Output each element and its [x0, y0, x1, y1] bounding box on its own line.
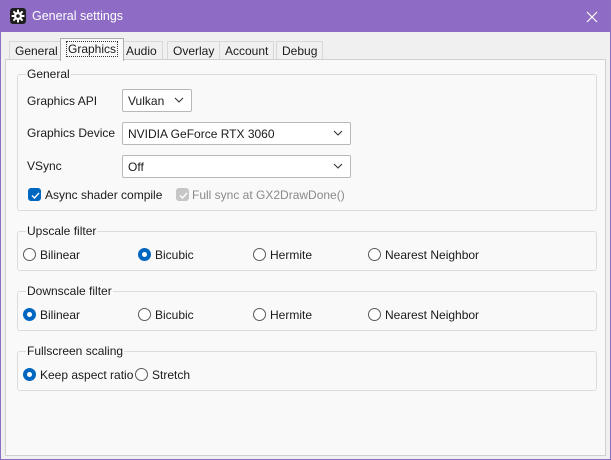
general-group-legend: General — [26, 67, 71, 81]
tab-audio[interactable]: Audio — [120, 41, 163, 60]
upscale-radio-nearest[interactable] — [368, 248, 381, 261]
tab-label: General — [15, 44, 58, 58]
fullscreen-label-keep-aspect[interactable]: Keep aspect ratio — [40, 368, 133, 382]
tab-label: Debug — [282, 44, 318, 58]
vsync-select[interactable]: Off — [122, 155, 351, 178]
tab-general[interactable]: General — [9, 41, 64, 60]
tab-label: Account — [225, 44, 269, 58]
window-title: General settings — [32, 9, 124, 23]
graphics-api-select[interactable]: Vulkan — [122, 89, 192, 112]
tab-label: Graphics — [66, 41, 119, 57]
upscale-radio-hermite[interactable] — [253, 248, 266, 261]
gear-icon — [10, 8, 26, 24]
tab-strip: General Graphics Audio Overlay Account D… — [1, 38, 610, 61]
graphics-device-value: NVIDIA GeForce RTX 3060 — [128, 127, 275, 141]
tab-graphics[interactable]: Graphics — [60, 38, 125, 61]
close-button[interactable] — [574, 1, 610, 32]
downscale-label-nearest[interactable]: Nearest Neighbor — [385, 308, 479, 322]
upscale-radio-bilinear[interactable] — [23, 248, 36, 261]
general-group: General Graphics API Vulkan Graphics Dev… — [17, 67, 597, 211]
fullscreen-scaling-legend: Fullscreen scaling — [26, 344, 125, 358]
checkmark-icon — [31, 192, 40, 200]
downscale-radio-nearest[interactable] — [368, 308, 381, 321]
checkmark-icon — [179, 192, 188, 200]
downscale-label-hermite[interactable]: Hermite — [270, 308, 312, 322]
downscale-radio-bilinear[interactable] — [23, 308, 36, 321]
fullscreen-radio-stretch[interactable] — [135, 368, 148, 381]
graphics-api-label: Graphics API — [27, 94, 98, 108]
graphics-api-value: Vulkan — [128, 94, 165, 108]
settings-window: General settings General Graphics Audio … — [0, 0, 611, 460]
chevron-down-icon — [174, 97, 184, 103]
downscale-radio-bicubic[interactable] — [138, 308, 151, 321]
title-bar: General settings — [1, 1, 610, 32]
chevron-down-icon — [333, 130, 343, 136]
graphics-device-select[interactable]: NVIDIA GeForce RTX 3060 — [122, 122, 351, 145]
async-shader-label[interactable]: Async shader compile — [45, 188, 162, 202]
tab-overlay[interactable]: Overlay — [167, 41, 221, 60]
downscale-filter-legend: Downscale filter — [26, 284, 113, 298]
tab-debug[interactable]: Debug — [276, 41, 324, 60]
upscale-label-bicubic[interactable]: Bicubic — [155, 248, 194, 262]
chevron-down-icon — [333, 163, 343, 169]
graphics-device-label: Graphics Device — [27, 126, 116, 140]
async-shader-checkbox[interactable] — [28, 188, 41, 201]
full-sync-checkbox[interactable] — [176, 188, 189, 201]
tab-label: Audio — [126, 44, 157, 58]
downscale-label-bicubic[interactable]: Bicubic — [155, 308, 194, 322]
upscale-label-bilinear[interactable]: Bilinear — [40, 248, 80, 262]
full-sync-label: Full sync at GX2DrawDone() — [192, 188, 345, 202]
upscale-filter-group: Upscale filter Bilinear Bicubic Hermite … — [17, 224, 597, 271]
tab-account[interactable]: Account — [219, 41, 275, 60]
fullscreen-label-stretch[interactable]: Stretch — [152, 368, 190, 382]
fullscreen-radio-keep-aspect[interactable] — [23, 368, 36, 381]
close-icon — [586, 11, 598, 22]
upscale-label-hermite[interactable]: Hermite — [270, 248, 312, 262]
graphics-panel: General Graphics API Vulkan Graphics Dev… — [5, 59, 606, 456]
tab-label: Overlay — [173, 44, 215, 58]
upscale-filter-legend: Upscale filter — [26, 224, 98, 238]
downscale-label-bilinear[interactable]: Bilinear — [40, 308, 80, 322]
vsync-label: VSync — [27, 159, 62, 173]
upscale-label-nearest[interactable]: Nearest Neighbor — [385, 248, 479, 262]
upscale-radio-bicubic[interactable] — [138, 248, 151, 261]
downscale-filter-group: Downscale filter Bilinear Bicubic Hermit… — [17, 284, 597, 331]
fullscreen-scaling-group: Fullscreen scaling Keep aspect ratio Str… — [17, 344, 597, 391]
vsync-value: Off — [128, 160, 144, 174]
downscale-radio-hermite[interactable] — [253, 308, 266, 321]
